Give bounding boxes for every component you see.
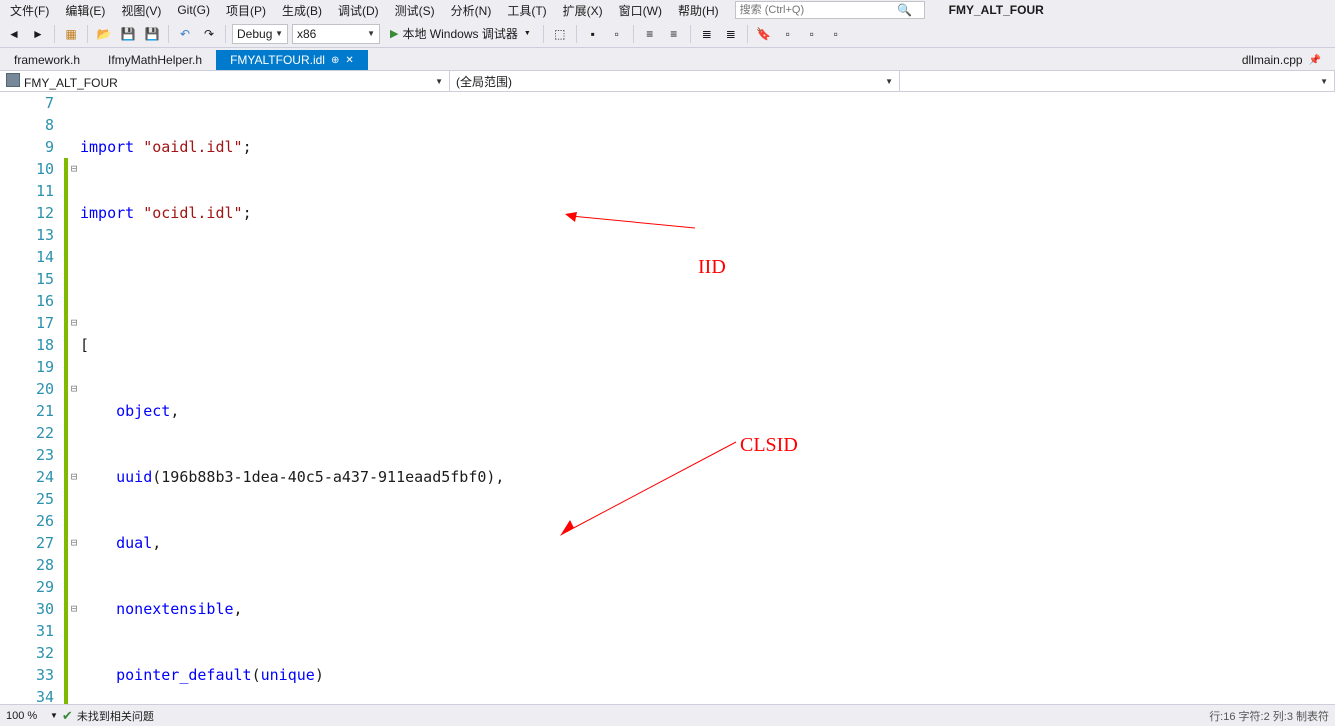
menu-file[interactable]: 文件(F) (4, 0, 55, 21)
tab-dllmain-cpp[interactable]: dllmain.cpp📌 (1228, 50, 1335, 70)
menu-analyze[interactable]: 分析(N) (445, 0, 498, 21)
undo-button[interactable]: ↶ (175, 24, 195, 44)
chevron-down-icon[interactable]: ▼ (50, 711, 58, 720)
separator (690, 25, 691, 43)
chevron-down-icon: ▼ (524, 30, 531, 37)
issues-label[interactable]: 未找到相关问题 (77, 708, 154, 724)
menu-bar: 文件(F) 编辑(E) 视图(V) Git(G) 项目(P) 生成(B) 调试(… (0, 0, 1335, 20)
config-label: Debug (237, 27, 272, 41)
chevron-down-icon: ▼ (435, 77, 443, 86)
fold-column[interactable]: ⊟⊟⊟⊟⊟⊟ (68, 92, 80, 706)
separator (54, 25, 55, 43)
zoom-level[interactable]: 100 % (6, 710, 50, 722)
save-all-button[interactable]: 💾 (142, 24, 162, 44)
tool-btn-8[interactable]: ▫ (778, 24, 798, 44)
separator (225, 25, 226, 43)
tool-btn-3[interactable]: ▫ (607, 24, 627, 44)
cursor-position: 行:16 字符:2 列:3 制表符 (1209, 708, 1329, 724)
separator (87, 25, 88, 43)
menu-git[interactable]: Git(G) (171, 1, 216, 19)
type-dropdown[interactable]: (全局范围)▼ (450, 71, 900, 91)
tool-btn-7[interactable]: ≣ (721, 24, 741, 44)
new-project-button[interactable]: ▦ (61, 24, 81, 44)
search-icon[interactable]: 🔍 (896, 3, 914, 17)
chevron-down-icon: ▼ (1320, 77, 1328, 86)
project-icon (6, 73, 20, 87)
close-icon[interactable]: ✕ (345, 55, 353, 66)
tab-ifmymathhelper-h[interactable]: IfmyMathHelper.h (94, 50, 216, 70)
pin-icon[interactable]: 📌 (1309, 55, 1321, 66)
menu-debug[interactable]: 调试(D) (332, 0, 385, 21)
main-toolbar: ◄ ► ▦ 📂 💾 💾 ↶ ↷ Debug▼ x86▼ ▶本地 Windows … (0, 20, 1335, 48)
separator (543, 25, 544, 43)
tab-framework-h[interactable]: framework.h (0, 50, 94, 70)
tool-btn-1[interactable]: ⬚ (550, 24, 570, 44)
menu-build[interactable]: 生成(B) (276, 0, 328, 21)
save-button[interactable]: 💾 (118, 24, 138, 44)
tool-btn-2[interactable]: ▪ (583, 24, 603, 44)
back-button[interactable]: ◄ (4, 24, 24, 44)
tool-btn-4[interactable]: ≡ (640, 24, 660, 44)
ok-icon: ✔ (62, 708, 73, 724)
menu-test[interactable]: 测试(S) (389, 0, 441, 21)
menu-project[interactable]: 项目(P) (220, 0, 272, 21)
member-dropdown[interactable]: ▼ (900, 71, 1335, 91)
line-number-gutter: 7891011121314151617181920212223242526272… (0, 92, 64, 706)
chevron-down-icon: ▼ (367, 29, 375, 38)
file-tab-bar: framework.h IfmyMathHelper.h FMYALTFOUR.… (0, 48, 1335, 70)
tool-btn-6[interactable]: ≣ (697, 24, 717, 44)
navigation-bar: FMY_ALT_FOUR▼ (全局范围)▼ ▼ (0, 70, 1335, 92)
play-icon: ▶ (390, 27, 398, 40)
bookmark-button[interactable]: 🔖 (754, 24, 774, 44)
platform-label: x86 (297, 27, 316, 41)
separator (747, 25, 748, 43)
pin-icon[interactable]: ⊕ (331, 55, 339, 66)
search-input[interactable] (736, 4, 896, 16)
code-content[interactable]: import "oaidl.idl"; import "ocidl.idl"; … (80, 92, 1335, 706)
menu-view[interactable]: 视图(V) (115, 0, 167, 21)
separator (168, 25, 169, 43)
menu-tools[interactable]: 工具(T) (501, 0, 552, 21)
tool-btn-9[interactable]: ▫ (802, 24, 822, 44)
solution-name: FMY_ALT_FOUR (949, 3, 1044, 17)
menu-help[interactable]: 帮助(H) (672, 0, 725, 21)
status-bar: 100 % ▼ ✔ 未找到相关问题 行:16 字符:2 列:3 制表符 (0, 704, 1335, 726)
chevron-down-icon: ▼ (275, 29, 283, 38)
run-label: 本地 Windows 调试器 (402, 25, 517, 42)
separator (633, 25, 634, 43)
tool-btn-10[interactable]: ▫ (826, 24, 846, 44)
redo-button[interactable]: ↷ (199, 24, 219, 44)
chevron-down-icon: ▼ (885, 77, 893, 86)
separator (576, 25, 577, 43)
code-editor[interactable]: 7891011121314151617181920212223242526272… (0, 92, 1335, 706)
quick-search[interactable]: 🔍 (735, 1, 925, 19)
menu-edit[interactable]: 编辑(E) (59, 0, 111, 21)
menu-extend[interactable]: 扩展(X) (557, 0, 609, 21)
open-file-button[interactable]: 📂 (94, 24, 114, 44)
scope-dropdown[interactable]: FMY_ALT_FOUR▼ (0, 71, 450, 91)
menu-window[interactable]: 窗口(W) (613, 0, 668, 21)
platform-dropdown[interactable]: x86 ▼ (292, 24, 380, 44)
tab-fmyaltfour-idl[interactable]: FMYALTFOUR.idl⊕✕ (216, 50, 368, 70)
forward-button[interactable]: ► (28, 24, 48, 44)
tool-btn-5[interactable]: ≡ (664, 24, 684, 44)
start-debug-button[interactable]: ▶ 本地 Windows 调试器 ▼ (384, 24, 537, 44)
config-dropdown[interactable]: Debug▼ (232, 24, 288, 44)
